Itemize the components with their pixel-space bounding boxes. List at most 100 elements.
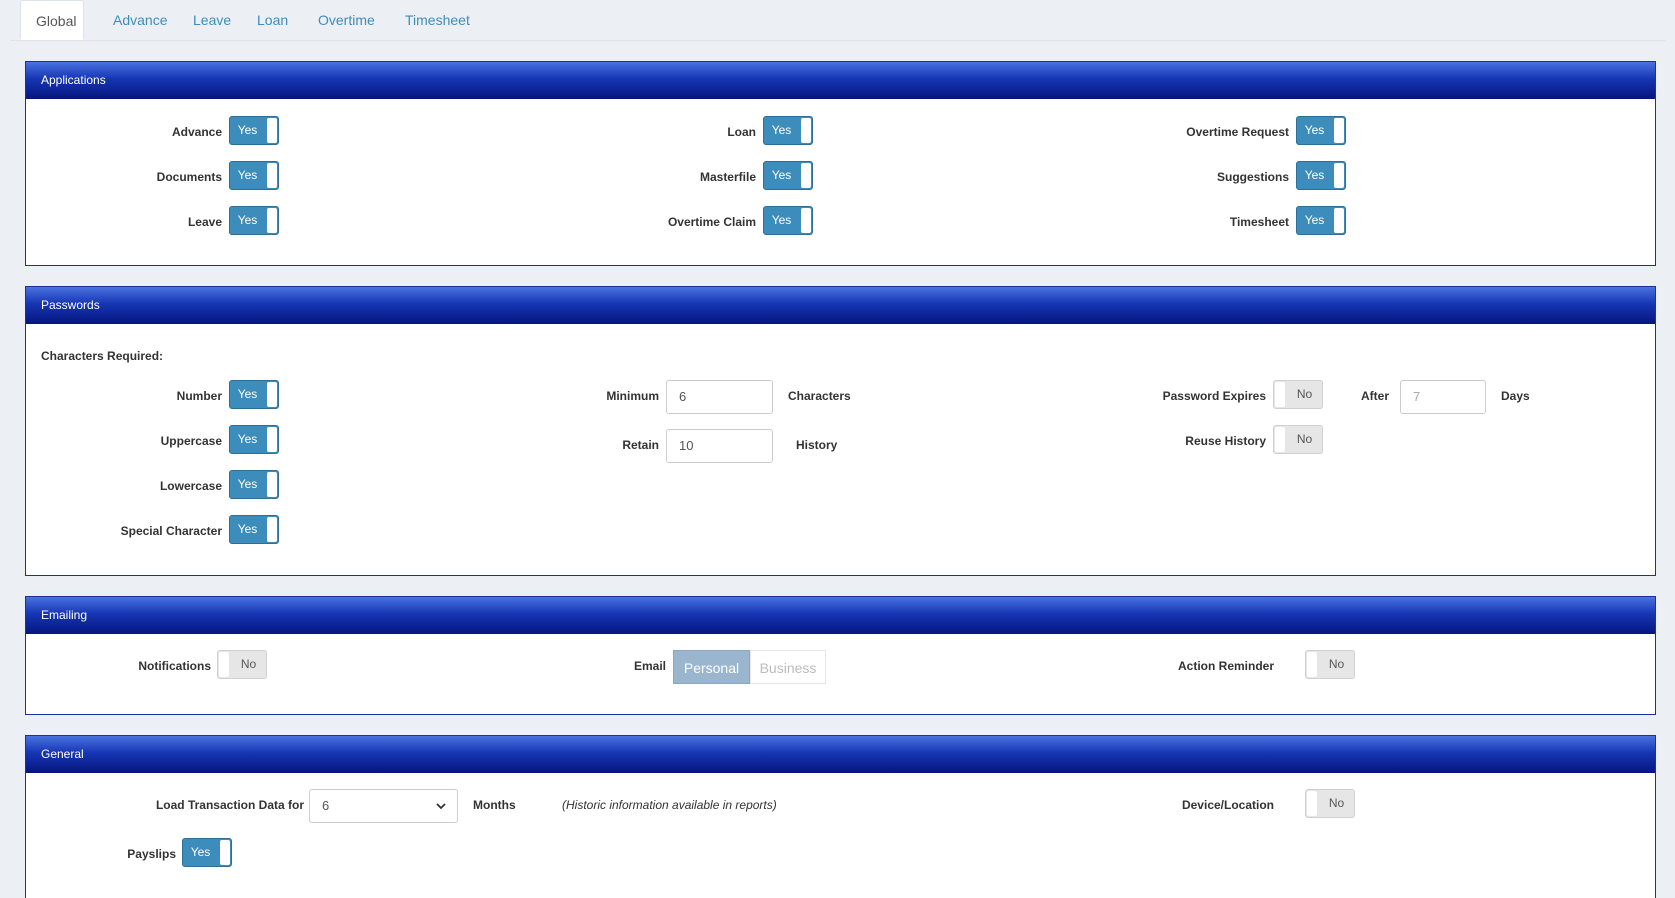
loan-label: Loan xyxy=(727,125,756,139)
toggle-knob xyxy=(267,382,277,407)
documents-label: Documents xyxy=(156,170,222,184)
timesheet-toggle[interactable]: Yes xyxy=(1296,206,1346,235)
toggle-text: Yes xyxy=(771,213,792,227)
characters-suffix: Characters xyxy=(788,389,851,403)
toggle-knob xyxy=(267,472,277,497)
toggle-text: No xyxy=(240,657,257,671)
minimum-input[interactable]: 6 xyxy=(666,380,773,414)
suggestions-toggle[interactable]: Yes xyxy=(1296,161,1346,190)
notifications-label: Notifications xyxy=(138,659,211,673)
number-label: Number xyxy=(176,389,222,403)
password-expires-label: Password Expires xyxy=(1162,389,1266,403)
toggle-text: Yes xyxy=(237,213,258,227)
tab-leave[interactable]: Leave xyxy=(178,0,246,40)
special-character-toggle[interactable]: Yes xyxy=(229,515,279,544)
timesheet-label: Timesheet xyxy=(1229,215,1289,229)
uppercase-toggle[interactable]: Yes xyxy=(229,425,279,454)
toggle-knob xyxy=(267,163,277,188)
toggle-text: Yes xyxy=(1304,168,1325,182)
notifications-toggle[interactable]: No xyxy=(217,650,267,679)
leave-label: Leave xyxy=(187,215,222,229)
leave-toggle[interactable]: Yes xyxy=(229,206,279,235)
payslips-label: Payslips xyxy=(127,847,176,861)
passwords-header: Passwords xyxy=(26,287,1655,324)
retain-input[interactable]: 10 xyxy=(666,429,773,463)
history-suffix: History xyxy=(796,438,838,452)
tab-advance[interactable]: Advance xyxy=(98,0,182,40)
passwords-panel: Passwords Characters Required: Number Ye… xyxy=(25,286,1656,576)
device-location-toggle[interactable]: No xyxy=(1305,789,1355,818)
documents-toggle[interactable]: Yes xyxy=(229,161,279,190)
load-months-select[interactable]: 6 xyxy=(309,789,458,823)
device-location-label: Device/Location xyxy=(1181,798,1274,812)
action-reminder-toggle[interactable]: No xyxy=(1305,650,1355,679)
loan-toggle[interactable]: Yes xyxy=(763,116,813,145)
tab-global[interactable]: Global xyxy=(20,0,84,40)
lowercase-label: Lowercase xyxy=(159,479,222,493)
tab-timesheet[interactable]: Timesheet xyxy=(390,0,485,40)
toggle-text: No xyxy=(1328,657,1345,671)
toggle-text: Yes xyxy=(190,845,211,859)
advance-label: Advance xyxy=(171,125,222,139)
password-expires-toggle[interactable]: No xyxy=(1273,380,1323,409)
toggle-knob xyxy=(801,163,811,188)
toggle-knob xyxy=(267,517,277,542)
toggle-text: No xyxy=(1328,796,1345,810)
toggle-knob xyxy=(267,427,277,452)
toggle-text: Yes xyxy=(237,522,258,536)
action-reminder-label: Action Reminder xyxy=(1177,659,1274,673)
masterfile-label: Masterfile xyxy=(699,170,756,184)
toggle-knob xyxy=(1334,208,1344,233)
reuse-history-label: Reuse History xyxy=(1185,434,1266,448)
toggle-text: Yes xyxy=(237,168,258,182)
masterfile-toggle[interactable]: Yes xyxy=(763,161,813,190)
toggle-text: Yes xyxy=(237,387,258,401)
toggle-knob xyxy=(1334,118,1344,143)
load-transaction-label: Load Transaction Data for xyxy=(155,798,304,812)
general-panel: General Load Transaction Data for 6 Mont… xyxy=(25,735,1656,898)
uppercase-label: Uppercase xyxy=(160,434,222,448)
reuse-history-toggle[interactable]: No xyxy=(1273,425,1323,454)
tab-loan[interactable]: Loan xyxy=(242,0,303,40)
tab-bar: Global Advance Leave Loan Overtime Times… xyxy=(10,0,1665,41)
tab-overtime[interactable]: Overtime xyxy=(303,0,390,40)
toggle-knob xyxy=(801,208,811,233)
general-header: General xyxy=(26,736,1655,773)
applications-header: Applications xyxy=(26,62,1655,99)
emailing-header: Emailing xyxy=(26,597,1655,634)
toggle-text: Yes xyxy=(237,123,258,137)
minimum-label: Minimum xyxy=(606,389,659,403)
email-personal-option[interactable]: Personal xyxy=(673,650,750,684)
retain-label: Retain xyxy=(622,438,659,452)
overtime-claim-toggle[interactable]: Yes xyxy=(763,206,813,235)
load-months-value: 6 xyxy=(322,798,330,813)
email-business-option[interactable]: Business xyxy=(750,650,826,684)
payslips-toggle[interactable]: Yes xyxy=(182,838,232,867)
toggle-knob xyxy=(220,840,230,865)
toggle-text: Yes xyxy=(237,432,258,446)
toggle-text: Yes xyxy=(237,477,258,491)
characters-required-label: Characters Required: xyxy=(41,349,164,363)
months-suffix: Months xyxy=(473,798,516,812)
toggle-knob xyxy=(1334,163,1344,188)
expires-after-input[interactable]: 7 xyxy=(1400,380,1486,414)
toggle-knob xyxy=(1307,791,1317,816)
advance-toggle[interactable]: Yes xyxy=(229,116,279,145)
days-label: Days xyxy=(1501,389,1530,403)
chevron-down-icon xyxy=(436,803,446,810)
toggle-text: Yes xyxy=(1304,123,1325,137)
applications-panel: Applications Advance Yes Documents Yes L… xyxy=(25,61,1656,266)
toggle-text: Yes xyxy=(771,168,792,182)
overtime-request-toggle[interactable]: Yes xyxy=(1296,116,1346,145)
lowercase-toggle[interactable]: Yes xyxy=(229,470,279,499)
toggle-knob xyxy=(219,652,229,677)
toggle-text: No xyxy=(1296,432,1313,446)
overtime-claim-label: Overtime Claim xyxy=(667,215,756,229)
toggle-text: Yes xyxy=(771,123,792,137)
historic-note: (Historic information available in repor… xyxy=(562,798,777,812)
number-toggle[interactable]: Yes xyxy=(229,380,279,409)
toggle-knob xyxy=(1275,382,1285,407)
after-label: After xyxy=(1361,389,1390,403)
toggle-knob xyxy=(267,208,277,233)
overtime-request-label: Overtime Request xyxy=(1186,125,1289,139)
